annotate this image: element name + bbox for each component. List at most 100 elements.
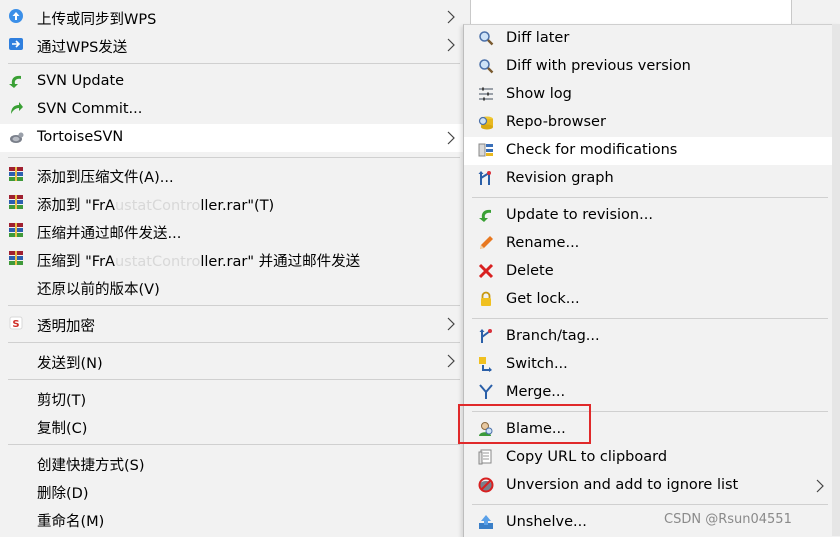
menu-item-label: Unversion and add to ignore list	[506, 477, 739, 493]
submenu-item-delete[interactable]: Delete	[464, 258, 834, 286]
menu-item-copy[interactable]: 复制(C)	[0, 412, 468, 440]
separator	[8, 305, 460, 306]
menu-item-label: Switch...	[506, 356, 568, 372]
submenu-item-diff-later[interactable]: Diff later	[464, 25, 834, 53]
menu-item-transparent-encrypt[interactable]: S 透明加密	[0, 310, 468, 338]
svn-update-icon	[8, 73, 24, 89]
submenu-item-update-revision[interactable]: Update to revision...	[464, 202, 834, 230]
menu-item-label: Branch/tag...	[506, 328, 600, 344]
send-arrow-icon	[8, 36, 24, 52]
menu-item-rename[interactable]: 重命名(M)	[0, 505, 468, 533]
menu-item-label: 还原以前的版本(V)	[37, 282, 160, 298]
svn-commit-icon	[8, 101, 24, 117]
menu-item-label: 压缩到 "FrAustatController.rar" 并通过邮件发送	[37, 254, 361, 270]
submenu-item-unversion[interactable]: Unversion and add to ignore list	[464, 472, 834, 500]
delete-x-icon	[478, 263, 494, 279]
menu-item-label: SVN Update	[37, 73, 125, 89]
submenu-item-copy-url[interactable]: Copy URL to clipboard	[464, 444, 834, 472]
chevron-right-icon	[447, 354, 455, 368]
chevron-right-icon	[447, 10, 455, 24]
magnifier-icon	[478, 58, 494, 74]
menu-item-label: Show log	[506, 86, 572, 102]
menu-item-add-archive[interactable]: 添加到压缩文件(A)...	[0, 161, 468, 189]
separator	[472, 197, 828, 198]
menu-item-label: 上传或同步到WPS	[37, 12, 157, 28]
unshelve-icon	[478, 514, 494, 530]
submenu-item-check-modifications[interactable]: Check for modifications	[464, 137, 834, 165]
menu-item-svn-update[interactable]: SVN Update	[0, 68, 468, 96]
menu-item-delete[interactable]: 删除(D)	[0, 477, 468, 505]
svg-text:S: S	[12, 319, 19, 330]
menu-item-restore[interactable]: 还原以前的版本(V)	[0, 273, 468, 301]
cloud-upload-icon	[8, 8, 24, 24]
submenu-item-diff-previous[interactable]: Diff with previous version	[464, 53, 834, 81]
revision-graph-icon	[478, 170, 494, 186]
magnifier-icon	[478, 30, 494, 46]
menu-item-label: 删除(D)	[37, 486, 89, 502]
menu-item-cut[interactable]: 剪切(T)	[0, 384, 468, 412]
tortoise-icon	[8, 129, 24, 145]
update-revision-icon	[478, 207, 494, 223]
submenu-item-branch-tag[interactable]: Branch/tag...	[464, 323, 834, 351]
menu-item-send-wps[interactable]: 通过WPS发送	[0, 31, 468, 59]
pencil-icon	[478, 235, 494, 251]
separator	[8, 157, 460, 158]
menu-item-label: Merge...	[506, 384, 566, 400]
context-menu: 上传或同步到WPS 通过WPS发送 SVN Update SVN Commit.…	[0, 0, 468, 536]
menu-item-label: 发送到(N)	[37, 356, 103, 372]
switch-icon	[478, 356, 494, 372]
menu-item-svn-commit[interactable]: SVN Commit...	[0, 96, 468, 124]
menu-item-label: Get lock...	[506, 291, 580, 307]
copy-document-icon	[478, 449, 494, 465]
unversion-icon	[478, 477, 494, 493]
separator	[8, 342, 460, 343]
menu-item-label: 剪切(T)	[37, 393, 87, 409]
menu-item-send-to[interactable]: 发送到(N)	[0, 347, 468, 375]
chevron-right-icon	[447, 38, 455, 52]
menu-item-compress-to-email[interactable]: 压缩到 "FrAustatController.rar" 并通过邮件发送	[0, 245, 468, 273]
tortoise-svn-submenu: Diff later Diff with previous version Sh…	[463, 24, 840, 537]
background-window	[470, 0, 792, 24]
submenu-item-revision-graph[interactable]: Revision graph	[464, 165, 834, 193]
menu-item-compress-email[interactable]: 压缩并通过邮件发送...	[0, 217, 468, 245]
menu-item-label: 重命名(M)	[37, 514, 105, 530]
separator	[472, 504, 828, 505]
merge-icon	[478, 384, 494, 400]
menu-item-label: Diff later	[506, 30, 570, 46]
separator	[8, 444, 460, 445]
winrar-icon	[8, 166, 24, 182]
highlight-annotation-box	[458, 404, 591, 444]
watermark: CSDN @Rsun04551	[664, 512, 792, 527]
menu-item-label: 复制(C)	[37, 421, 88, 437]
menu-item-label: Delete	[506, 263, 554, 279]
menu-item-label: 通过WPS发送	[37, 40, 128, 56]
lock-icon	[478, 291, 494, 307]
submenu-item-get-lock[interactable]: Get lock...	[464, 286, 834, 314]
submenu-item-show-log[interactable]: Show log	[464, 81, 834, 109]
menu-item-label: 添加到 "FrAustatController.rar"(T)	[37, 198, 275, 214]
submenu-item-rename[interactable]: Rename...	[464, 230, 834, 258]
submenu-item-switch[interactable]: Switch...	[464, 351, 834, 379]
winrar-icon	[8, 194, 24, 210]
check-modifications-icon	[478, 142, 494, 158]
menu-item-label: SVN Commit...	[37, 101, 143, 117]
menu-item-label: 创建快捷方式(S)	[37, 458, 145, 474]
log-list-icon	[478, 86, 494, 102]
chevron-right-icon	[816, 479, 824, 493]
winrar-icon	[8, 250, 24, 266]
winrar-icon	[8, 222, 24, 238]
submenu-item-merge[interactable]: Merge...	[464, 379, 834, 407]
menu-item-upload-wps[interactable]: 上传或同步到WPS	[0, 3, 468, 31]
menu-item-label: 透明加密	[37, 319, 95, 335]
menu-item-add-to-rar[interactable]: 添加到 "FrAustatController.rar"(T)	[0, 189, 468, 217]
chevron-right-icon	[447, 317, 455, 331]
menu-item-create-shortcut[interactable]: 创建快捷方式(S)	[0, 449, 468, 477]
submenu-item-repo-browser[interactable]: Repo-browser	[464, 109, 834, 137]
window-edge	[832, 24, 840, 536]
repo-browser-icon	[478, 114, 494, 130]
menu-item-label: 压缩并通过邮件发送...	[37, 226, 182, 242]
menu-item-label: Repo-browser	[506, 114, 606, 130]
separator	[8, 379, 460, 380]
menu-item-label: Check for modifications	[506, 142, 678, 158]
menu-item-tortoise-svn[interactable]: TortoiseSVN	[0, 124, 468, 152]
